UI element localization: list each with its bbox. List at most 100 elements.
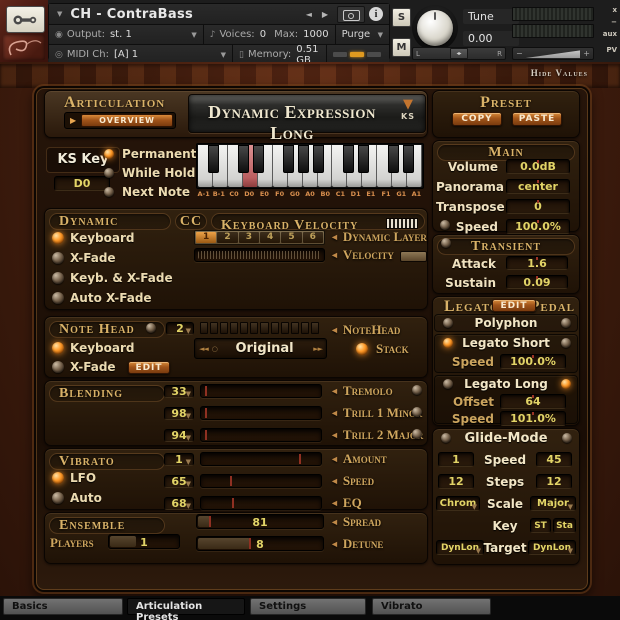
vibrato-amount-slider[interactable] <box>200 452 322 466</box>
stack-label[interactable]: Stack <box>376 341 409 357</box>
legato-long-speed-value[interactable]: 101.0% <box>500 411 566 426</box>
piano-key-black[interactable] <box>388 145 399 173</box>
pv-button[interactable]: PV <box>606 46 617 54</box>
sustain-value[interactable]: 0.09 <box>506 275 568 289</box>
notehead-keyboard-label[interactable]: Keyboard <box>70 341 135 355</box>
overview-button-bar[interactable]: ▶ OVERVIEW <box>64 112 176 129</box>
prev-instrument-arrow[interactable]: ◄ <box>306 10 312 19</box>
close-button[interactable]: x <box>612 6 617 14</box>
trill1-lamp[interactable] <box>412 407 422 417</box>
ks-mode-nextnote-label[interactable]: Next Note <box>122 185 190 199</box>
notehead-keyboard-lamp[interactable] <box>52 342 64 354</box>
tremolo-slider[interactable] <box>200 384 322 398</box>
trill1-value-dropdown[interactable]: 98▼ <box>164 407 194 420</box>
selector-next-arrows[interactable]: ►► <box>313 345 322 353</box>
pan-slider[interactable]: L ◂▸ R <box>412 47 506 60</box>
legato-edit-button[interactable]: EDIT <box>492 299 536 312</box>
trill2-lamp[interactable] <box>412 429 422 439</box>
dynamic-mode-xfade-label[interactable]: X-Fade <box>70 251 116 265</box>
vibrato-eq-slider[interactable] <box>200 496 322 510</box>
snapshot-camera-button[interactable] <box>337 6 365 23</box>
legato-short-right-lamp[interactable] <box>561 338 571 348</box>
ks-key-value[interactable]: D0 <box>54 176 110 191</box>
layer-button-1[interactable]: 1 <box>196 232 216 243</box>
dynamic-mode-autoxfade-label[interactable]: Auto X-Fade <box>70 291 152 305</box>
polyphon-right-lamp[interactable] <box>561 318 571 328</box>
glide-target-right-dropdown[interactable]: DynLon▼ <box>528 540 576 555</box>
tremolo-value-dropdown[interactable]: 33▼ <box>164 385 194 398</box>
piano-key-black[interactable] <box>238 145 249 173</box>
piano-key-black[interactable] <box>343 145 354 173</box>
selector-prev-arrows[interactable]: ◄◄ <box>199 345 208 353</box>
info-button[interactable]: i <box>369 7 383 21</box>
layer-button-5[interactable]: 5 <box>281 232 301 243</box>
pan-handle[interactable]: ◂▸ <box>450 48 468 59</box>
articulation-display[interactable]: Dynamic Expression Long ▼ KS <box>188 94 426 133</box>
overview-button[interactable]: OVERVIEW <box>81 114 173 127</box>
transpose-value[interactable]: 0 <box>506 199 570 214</box>
ks-mode-permanent-label[interactable]: Permanent <box>122 147 196 161</box>
volume-slider[interactable]: − + <box>512 47 594 60</box>
vibrato-speed-slider[interactable] <box>200 474 322 488</box>
velocity-mini-slider[interactable] <box>400 251 427 262</box>
piano-key-black[interactable] <box>313 145 324 173</box>
purge-menu[interactable]: Purge ▼ <box>336 25 389 44</box>
panorama-value[interactable]: center <box>506 179 570 194</box>
ks-mode-nextnote-lamp[interactable] <box>104 187 114 197</box>
glide-steps-left-value[interactable]: 12 <box>438 474 474 489</box>
dynamic-mode-keybxfade-label[interactable]: Keyb. & X-Fade <box>70 271 173 285</box>
tune-knob[interactable] <box>417 10 453 46</box>
vibrato-amount-dropdown[interactable]: 1▼ <box>164 453 194 466</box>
layer-button-2[interactable]: 2 <box>217 232 237 243</box>
minimize-button[interactable]: − <box>611 18 617 26</box>
spread-slider[interactable]: 81 <box>196 514 324 529</box>
dynamic-mode-xfade-lamp[interactable] <box>52 252 64 264</box>
ks-dropdown[interactable]: ▼ KS <box>397 98 419 121</box>
next-instrument-arrow[interactable]: ▶ <box>322 10 328 19</box>
piano-key-black[interactable] <box>283 145 294 173</box>
polyphon-label[interactable]: Polyphon <box>456 316 556 330</box>
glide-steps-right-value[interactable]: 12 <box>536 474 572 489</box>
legato-short-speed-value[interactable]: 100.0% <box>500 354 566 369</box>
notehead-xfade-label[interactable]: X-Fade <box>70 360 116 374</box>
piano-key-black[interactable] <box>403 145 414 173</box>
piano-key-black[interactable] <box>358 145 369 173</box>
notehead-xfade-lamp[interactable] <box>52 361 64 373</box>
glide-scale-left-dropdown[interactable]: Chrom▼ <box>436 496 480 511</box>
notehead-lamp[interactable] <box>146 323 156 333</box>
vibrato-eq-dropdown[interactable]: 68▼ <box>164 497 194 510</box>
notehead-selector-value[interactable]: Original <box>220 341 309 356</box>
glide-key-st-button[interactable]: ST <box>530 518 551 533</box>
notehead-edit-button[interactable]: EDIT <box>128 361 170 374</box>
volume-value[interactable]: 0.0dB <box>506 159 570 174</box>
polyphon-left-lamp[interactable] <box>443 318 453 328</box>
wrench-button[interactable] <box>6 6 45 33</box>
trill2-slider[interactable] <box>200 428 322 442</box>
attack-value[interactable]: 1.6 <box>506 256 568 270</box>
aux-button[interactable]: aux <box>603 30 617 38</box>
preset-paste-button[interactable]: PASTE <box>512 112 562 126</box>
trill2-value-dropdown[interactable]: 94▼ <box>164 429 194 442</box>
layer-button-3[interactable]: 3 <box>239 232 259 243</box>
dynamic-mode-keyboard-label[interactable]: Keyboard <box>70 231 135 245</box>
main-speed-value[interactable]: 100.0% <box>506 219 570 234</box>
notehead-count-dropdown[interactable]: 2▼ <box>166 322 194 335</box>
ks-mode-permanent-lamp[interactable] <box>104 149 114 159</box>
layer-button-6[interactable]: 6 <box>303 232 323 243</box>
tab-vibrato[interactable]: Vibrato <box>372 598 491 615</box>
vibrato-lfo-lamp[interactable] <box>52 472 64 484</box>
preset-copy-button[interactable]: COPY <box>452 112 502 126</box>
mute-button[interactable]: M <box>392 38 411 57</box>
tab-basics[interactable]: Basics <box>3 598 123 615</box>
legato-long-left-lamp[interactable] <box>443 379 453 389</box>
cc-tab[interactable]: CC <box>176 214 206 229</box>
velocity-slider[interactable] <box>194 248 325 262</box>
glide-speed-left-value[interactable]: 1 <box>438 452 474 467</box>
detune-slider[interactable]: 8 <box>196 536 324 551</box>
vibrato-auto-lamp[interactable] <box>52 492 64 504</box>
glide-left-lamp[interactable] <box>441 433 451 443</box>
piano-key-black[interactable] <box>208 145 219 173</box>
dynamic-mode-keybxfade-lamp[interactable] <box>52 272 64 284</box>
solo-button[interactable]: S <box>392 8 411 27</box>
piano-key-black[interactable] <box>298 145 309 173</box>
